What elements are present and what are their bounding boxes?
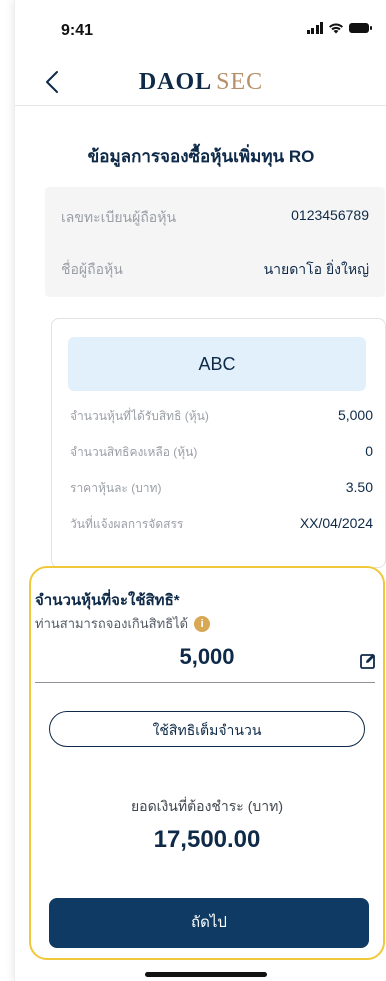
phone-screen: 9:41 DAOL SEC ข้อมูลการจองซื้อหุ้นเพิ่มทุ… [14, 0, 386, 981]
use-full-rights-button[interactable]: ใช้สิทธิเต็มจำนวน [49, 711, 365, 747]
stock-row-value: XX/04/2024 [299, 515, 373, 531]
payment-amount: 17,500.00 [153, 826, 261, 853]
rights-hint-text: ท่านสามารถจองเกินสิทธิได้ [35, 616, 189, 631]
rights-hint: ท่านสามารถจองเกินสิทธิได้ i [35, 613, 211, 634]
holder-registration-row: เลขทะเบียนผู้ถือหุ้น 0123456789 [61, 207, 369, 227]
battery-icon [349, 23, 372, 33]
page-title: ข้อมูลการจองซื้อหุ้นเพิ่มทุน RO [87, 147, 315, 166]
stock-row-label: จำนวนสิทธิคงเหลือ (หุ้น) [70, 445, 198, 459]
wifi-icon [329, 23, 343, 34]
status-icons [306, 22, 372, 34]
nav-bar: DAOL SEC [15, 60, 386, 106]
stock-symbol-banner: ABC [68, 337, 366, 391]
stock-row-value: 5,000 [337, 407, 373, 423]
logo-secondary: SEC [216, 69, 264, 95]
stock-row: จำนวนหุ้นที่ได้รับสิทธิ (หุ้น) 5,000 [70, 407, 373, 427]
stock-row: จำนวนสิทธิคงเหลือ (หุ้น) 0 [70, 443, 373, 463]
stock-row-label: ราคาหุ้นละ (บาท) [70, 481, 162, 495]
stock-row-value: 3.50 [345, 479, 373, 495]
stock-row: ราคาหุ้นละ (บาท) 3.50 [70, 479, 373, 499]
signal-icon [306, 22, 323, 34]
payment-label: ยอดเงินที่ต้องชำระ (บาท) [130, 798, 284, 814]
quantity-input[interactable]: 5,000 [35, 644, 379, 670]
rights-section: จำนวนหุ้นที่จะใช้สิทธิ* ท่านสามารถจองเกิ… [29, 566, 385, 960]
stock-detail-card: ABC จำนวนหุ้นที่ได้รับสิทธิ (หุ้น) 5,000… [51, 318, 386, 568]
stock-row-value: 0 [365, 443, 373, 459]
status-bar: 9:41 [15, 0, 386, 60]
next-button[interactable]: ถัดไป [49, 898, 369, 948]
info-value: 0123456789 [291, 207, 369, 223]
daol-sec-logo: DAOL SEC [15, 68, 386, 96]
status-time: 9:41 [61, 22, 94, 39]
holder-info-card: เลขทะเบียนผู้ถือหุ้น 0123456789 ชื่อผู้ถ… [45, 187, 385, 297]
info-value: นายดาโอ ยิ่งใหญ่ [263, 261, 369, 277]
stock-row-label: จำนวนหุ้นที่ได้รับสิทธิ (หุ้น) [70, 409, 209, 423]
rights-title: จำนวนหุ้นที่จะใช้สิทธิ* [35, 592, 180, 609]
info-label: ชื่อผู้ถือหุ้น [61, 261, 123, 277]
edit-icon[interactable] [359, 652, 377, 670]
stock-row: วันที่แจ้งผลการจัดสรร XX/04/2024 [70, 515, 373, 535]
info-label: เลขทะเบียนผู้ถือหุ้น [61, 209, 177, 225]
home-indicator [145, 972, 267, 977]
quantity-underline [35, 682, 375, 683]
stock-row-label: วันที่แจ้งผลการจัดสรร [70, 517, 184, 531]
holder-name-row: ชื่อผู้ถือหุ้น นายดาโอ ยิ่งใหญ่ [61, 259, 369, 279]
info-icon[interactable]: i [194, 615, 211, 632]
logo-primary: DAOL [138, 69, 213, 95]
